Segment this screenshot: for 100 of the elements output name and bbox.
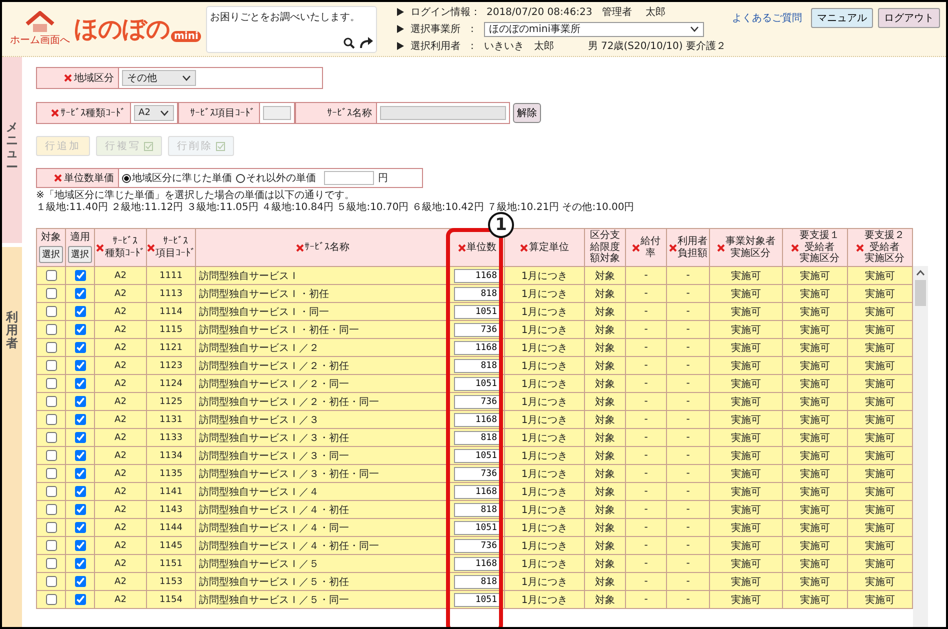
units-field[interactable]: 1168 bbox=[454, 340, 500, 354]
table-cell: 1121 bbox=[146, 338, 196, 356]
row-checkbox[interactable] bbox=[46, 324, 56, 335]
row-checkbox[interactable] bbox=[74, 576, 86, 587]
row-checkbox[interactable] bbox=[46, 378, 56, 389]
table-cell: 1月につき bbox=[504, 554, 584, 572]
row-checkbox[interactable] bbox=[46, 396, 56, 407]
row-checkbox[interactable] bbox=[46, 270, 56, 281]
search-box[interactable]: お困りごとをお調べいたします。 bbox=[206, 6, 378, 52]
units-field[interactable]: 1051 bbox=[454, 520, 500, 534]
table-cell: 1月につき bbox=[504, 590, 584, 608]
row-checkbox[interactable] bbox=[46, 522, 56, 533]
units-field[interactable]: 1051 bbox=[454, 448, 500, 462]
units-field[interactable]: 1168 bbox=[454, 484, 500, 498]
home-link[interactable]: ホーム画面へ bbox=[12, 11, 68, 47]
units-field[interactable]: 1051 bbox=[454, 304, 500, 318]
row-checkbox[interactable] bbox=[74, 306, 86, 317]
clear-button[interactable]: 解除 bbox=[513, 103, 541, 123]
row-checkbox[interactable] bbox=[46, 360, 56, 371]
radio-option[interactable]: 地域区分に準じた単価 bbox=[122, 171, 232, 185]
row-checkbox[interactable] bbox=[74, 558, 86, 569]
caret-icon bbox=[690, 26, 699, 32]
unit-label: 円 bbox=[378, 172, 388, 185]
office-select[interactable]: ほのぼのmini事業所 bbox=[484, 22, 704, 36]
row-checkbox[interactable] bbox=[46, 342, 56, 353]
units-field[interactable]: 818 bbox=[454, 574, 500, 588]
menu-tab[interactable]: メニュー bbox=[2, 57, 22, 243]
row-checkbox[interactable] bbox=[74, 432, 86, 443]
row-checkbox[interactable] bbox=[74, 324, 86, 335]
type-code-select[interactable]: A2 bbox=[134, 105, 174, 121]
table-cell: 実施可 bbox=[848, 446, 912, 464]
units-field[interactable]: 736 bbox=[454, 466, 500, 480]
table-cell: 実施可 bbox=[848, 266, 912, 284]
units-field[interactable]: 736 bbox=[454, 322, 500, 336]
row-checkbox[interactable] bbox=[74, 594, 86, 605]
select-all-button[interactable]: 選択 bbox=[68, 246, 92, 263]
row-checkbox[interactable] bbox=[46, 450, 56, 461]
row-checkbox[interactable] bbox=[74, 468, 86, 479]
row-checkbox[interactable] bbox=[74, 396, 86, 407]
row-checkbox[interactable] bbox=[46, 576, 56, 587]
row-checkbox[interactable] bbox=[46, 504, 56, 515]
scrollbar[interactable] bbox=[913, 266, 928, 627]
row-checkbox[interactable] bbox=[46, 432, 56, 443]
user-tab[interactable]: 利用者 bbox=[2, 247, 22, 627]
table-cell: 実施可 bbox=[782, 392, 848, 410]
units-field[interactable]: 1168 bbox=[454, 268, 500, 282]
table-cell: 1月につき bbox=[504, 572, 584, 590]
row-checkbox[interactable] bbox=[74, 342, 86, 353]
units-field[interactable]: 818 bbox=[454, 430, 500, 444]
units-field[interactable]: 818 bbox=[454, 502, 500, 516]
row-checkbox[interactable] bbox=[74, 540, 86, 551]
column-label: ｻｰﾋﾞｽ 項目ｺｰﾄﾞ bbox=[156, 236, 196, 259]
table-cell: - bbox=[626, 446, 666, 464]
row-checkbox[interactable] bbox=[74, 522, 86, 533]
units-field[interactable]: 736 bbox=[454, 394, 500, 408]
units-field[interactable]: 1168 bbox=[454, 556, 500, 570]
select-all-button[interactable]: 選択 bbox=[39, 246, 63, 263]
row-checkbox[interactable] bbox=[74, 414, 86, 425]
row-checkbox[interactable] bbox=[74, 378, 86, 389]
row-checkbox[interactable] bbox=[74, 288, 86, 299]
table-cell: - bbox=[666, 338, 710, 356]
row-checkbox[interactable] bbox=[46, 540, 56, 551]
table-cell: - bbox=[666, 464, 710, 482]
faq-link[interactable]: よくあるご質問 bbox=[732, 11, 802, 25]
table-cell: 1151 bbox=[146, 554, 196, 572]
table-cell: 実施可 bbox=[710, 356, 782, 374]
item-code-field[interactable] bbox=[262, 106, 291, 120]
table-cell: 実施可 bbox=[848, 410, 912, 428]
row-checkbox[interactable] bbox=[74, 504, 86, 515]
row-checkbox[interactable] bbox=[46, 288, 56, 299]
table-cell: 1143 bbox=[146, 500, 196, 518]
area-select[interactable]: その他 bbox=[122, 70, 196, 86]
row-checkbox[interactable] bbox=[74, 450, 86, 461]
table-cell: A2 bbox=[94, 518, 146, 536]
table-cell: 対象 bbox=[584, 356, 626, 374]
units-field[interactable]: 1168 bbox=[454, 412, 500, 426]
table-cell: A2 bbox=[94, 410, 146, 428]
manual-button[interactable]: マニュアル bbox=[811, 8, 873, 28]
logout-button[interactable]: ログアウト bbox=[878, 8, 940, 28]
row-checkbox[interactable] bbox=[46, 558, 56, 569]
row-checkbox[interactable] bbox=[46, 594, 56, 605]
units-field[interactable]: 736 bbox=[454, 538, 500, 552]
row-checkbox[interactable] bbox=[74, 360, 86, 371]
row-checkbox[interactable] bbox=[46, 414, 56, 425]
scrollbar-thumb[interactable] bbox=[915, 280, 926, 306]
units-field[interactable]: 818 bbox=[454, 358, 500, 372]
units-field[interactable]: 818 bbox=[454, 286, 500, 300]
row-checkbox[interactable] bbox=[74, 270, 86, 281]
row-checkbox[interactable] bbox=[46, 486, 56, 497]
radio-option[interactable]: それ以外の単価 bbox=[236, 171, 316, 185]
units-field[interactable]: 1051 bbox=[454, 592, 500, 606]
table-cell: 実施可 bbox=[782, 554, 848, 572]
home-label: ホーム画面へ bbox=[10, 34, 70, 47]
table-cell: 1月につき bbox=[504, 500, 584, 518]
units-field[interactable]: 1051 bbox=[454, 376, 500, 390]
price-field[interactable] bbox=[324, 171, 374, 185]
row-checkbox[interactable] bbox=[46, 306, 56, 317]
row-checkbox[interactable] bbox=[74, 486, 86, 497]
row-checkbox[interactable] bbox=[46, 468, 56, 479]
table-cell: A2 bbox=[94, 320, 146, 338]
